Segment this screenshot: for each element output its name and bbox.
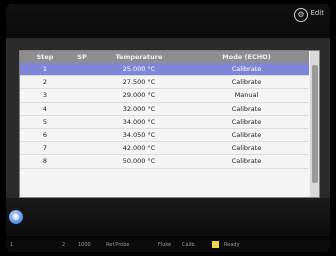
status-item: 1000 <box>78 242 91 248</box>
status-indicator <box>212 241 219 248</box>
cell-step: 8 <box>20 154 70 169</box>
top-bar: ⚙ Edit <box>6 4 330 38</box>
cell-mode: Calibrate <box>184 141 309 156</box>
cell-temperature: 29.000 °C <box>94 88 184 103</box>
cell-step: 7 <box>20 141 70 156</box>
cell-step: 2 <box>20 75 70 90</box>
cell-mode: Calibrate <box>184 154 309 169</box>
gear-icon[interactable]: ⚙ <box>294 8 308 22</box>
column-header-mode[interactable]: Mode (ECHO) <box>184 51 309 63</box>
cell-temperature: 25.000 °C <box>94 63 184 77</box>
status-item: Fluke <box>158 242 172 248</box>
cell-temperature: 50.000 °C <box>94 154 184 169</box>
cell-sp <box>70 88 94 103</box>
device-screen: ⚙ Edit Step SP Temperature Mode (ECHO) 1… <box>6 4 330 252</box>
cell-temperature: 34.050 °C <box>94 128 184 143</box>
column-header-step[interactable]: Step <box>20 51 70 63</box>
status-item: Calib. <box>182 242 197 248</box>
cell-step: 6 <box>20 128 70 143</box>
status-item: Ready <box>224 242 240 248</box>
lower-panel <box>6 198 330 236</box>
status-item: 2 <box>62 242 66 248</box>
cell-mode: Calibrate <box>184 102 309 116</box>
table-row[interactable]: 3 29.000 °C Manual <box>20 88 309 103</box>
cell-step: 3 <box>20 88 70 103</box>
scrollbar-thumb[interactable] <box>312 65 318 183</box>
home-icon[interactable]: ◉ <box>9 210 23 224</box>
table-header-row: Step SP Temperature Mode (ECHO) <box>20 51 309 63</box>
cell-sp <box>70 75 94 90</box>
table-row[interactable]: 2 27.500 °C Calibrate <box>20 75 309 90</box>
column-header-temperature[interactable]: Temperature <box>94 51 184 63</box>
table-row[interactable]: 5 34.000 °C Calibrate <box>20 115 309 129</box>
cell-sp <box>70 63 94 77</box>
cell-mode: Calibrate <box>184 63 309 77</box>
table-row[interactable]: 8 50.000 °C Calibrate <box>20 154 309 169</box>
column-header-sp[interactable]: SP <box>70 51 94 63</box>
status-item: 1 <box>10 242 14 248</box>
cell-sp <box>70 141 94 156</box>
cell-mode: Calibrate <box>184 115 309 129</box>
cell-sp <box>70 154 94 169</box>
cell-mode: Calibrate <box>184 128 309 143</box>
cell-step: 1 <box>20 63 70 77</box>
settings-label[interactable]: Edit <box>310 9 324 17</box>
cell-step: 5 <box>20 115 70 129</box>
cell-temperature: 42.000 °C <box>94 141 184 156</box>
main-panel: Step SP Temperature Mode (ECHO) 1 25.000… <box>6 38 330 198</box>
cell-temperature: 34.000 °C <box>94 115 184 129</box>
table-row[interactable]: 4 32.000 °C Calibrate <box>20 102 309 116</box>
vertical-scrollbar[interactable] <box>310 51 319 197</box>
table-row[interactable]: 1 25.000 °C Calibrate <box>20 63 309 77</box>
cell-sp <box>70 102 94 116</box>
cell-sp <box>70 128 94 143</box>
status-item: Ref.Probe <box>106 242 130 248</box>
status-bar: 1 2 1000 Ref.Probe Fluke Calib. Ready <box>6 238 330 252</box>
cell-mode: Manual <box>184 88 309 103</box>
cell-step: 4 <box>20 102 70 116</box>
cell-temperature: 32.000 °C <box>94 102 184 116</box>
cell-mode: Calibrate <box>184 75 309 90</box>
cell-sp <box>70 115 94 129</box>
table-row[interactable]: 7 42.000 °C Calibrate <box>20 141 309 156</box>
table-row[interactable]: 6 34.050 °C Calibrate <box>20 128 309 143</box>
steps-table: Step SP Temperature Mode (ECHO) 1 25.000… <box>19 50 320 198</box>
cell-temperature: 27.500 °C <box>94 75 184 90</box>
